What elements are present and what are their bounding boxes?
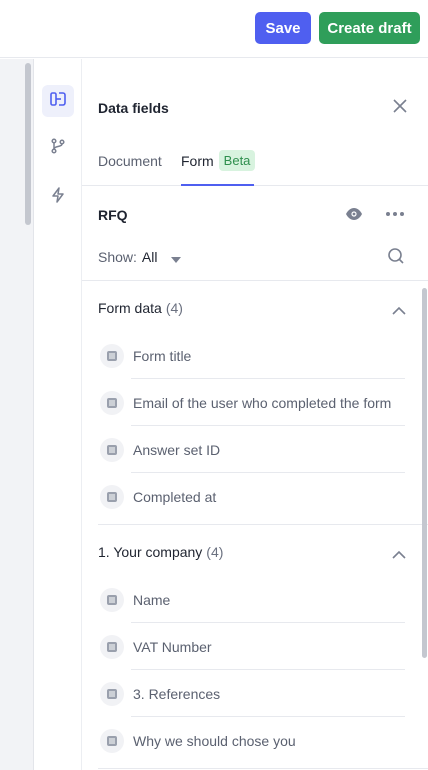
top-toolbar: Save Create draft (0, 0, 428, 58)
canvas-scrollbar[interactable] (25, 63, 31, 225)
field-label: VAT Number (133, 638, 212, 655)
field-label: Form title (133, 347, 192, 364)
tab-document[interactable]: Document (98, 153, 162, 169)
group-header-form-data[interactable]: Form data (4) (98, 300, 406, 316)
field-item[interactable]: Email of the user who completed the form (98, 379, 405, 426)
more-options-button[interactable] (385, 206, 405, 222)
field-list-icon (100, 343, 124, 368)
show-filter-label: Show: (98, 249, 137, 265)
source-name: RFQ (98, 207, 128, 223)
field-label: Email of the user who completed the form (133, 394, 392, 411)
field-list-icon (100, 728, 124, 753)
branch-icon (49, 137, 67, 160)
field-label: 3. References (133, 685, 221, 702)
show-filter-value: All (141, 249, 158, 265)
search-icon (387, 248, 405, 269)
panel-tabs: Document Form Beta (82, 145, 428, 186)
group-divider (98, 768, 428, 769)
field-item[interactable]: Answer set ID (98, 426, 405, 473)
field-list-icon (100, 437, 124, 462)
group-title: Form data (98, 300, 162, 316)
field-list-icon (100, 587, 124, 612)
field-item[interactable]: Completed at (98, 473, 404, 520)
field-label: Why we should chose you (133, 732, 296, 749)
group-title: 1. Your company (98, 544, 203, 560)
field-item[interactable]: Why we should chose you (98, 717, 404, 764)
field-list-icon (100, 484, 124, 509)
search-button[interactable] (387, 247, 405, 265)
divider (82, 280, 428, 281)
data-fields-panel: Data fields Document Form Beta RFQ Show:… (82, 59, 428, 770)
panel-title: Data fields (98, 100, 169, 116)
close-icon (393, 98, 407, 118)
active-tab-indicator (181, 184, 254, 186)
rail-automation-button[interactable] (42, 181, 74, 213)
close-panel-button[interactable] (390, 98, 410, 118)
create-draft-button[interactable]: Create draft (319, 12, 420, 44)
group-count: (4) (206, 544, 224, 560)
field-list-icon (100, 390, 124, 415)
data-fields-icon (49, 90, 67, 113)
field-item[interactable]: Name (98, 576, 405, 623)
chevron-up-icon (392, 302, 406, 318)
field-label: Answer set ID (133, 441, 221, 458)
group-count: (4) (165, 300, 183, 316)
field-label: Name (133, 591, 171, 608)
tab-form[interactable]: Form Beta (181, 150, 256, 171)
rail-data-fields-button[interactable] (42, 85, 74, 117)
beta-badge: Beta (218, 150, 256, 171)
preview-button[interactable] (345, 206, 363, 222)
chevron-up-icon (392, 546, 406, 562)
group-divider (98, 524, 428, 525)
lightning-icon (49, 186, 67, 209)
save-button[interactable]: Save (255, 12, 311, 44)
field-list-icon (100, 681, 124, 706)
more-horizontal-icon (385, 209, 405, 226)
field-label: Completed at (133, 488, 217, 505)
show-filter[interactable]: Show: All (98, 248, 182, 266)
icon-rail (34, 59, 82, 770)
field-item[interactable]: Form title (98, 332, 405, 379)
field-item[interactable]: 3. References (98, 670, 405, 717)
field-list-icon (100, 634, 124, 659)
rail-branch-button[interactable] (42, 132, 74, 164)
list-scrollbar[interactable] (422, 288, 427, 658)
group-header-your-company[interactable]: 1. Your company (4) (98, 544, 406, 560)
field-item[interactable]: VAT Number (98, 623, 405, 670)
caret-down-icon (171, 250, 182, 266)
eye-icon (345, 208, 363, 226)
tab-form-label: Form (181, 152, 214, 169)
